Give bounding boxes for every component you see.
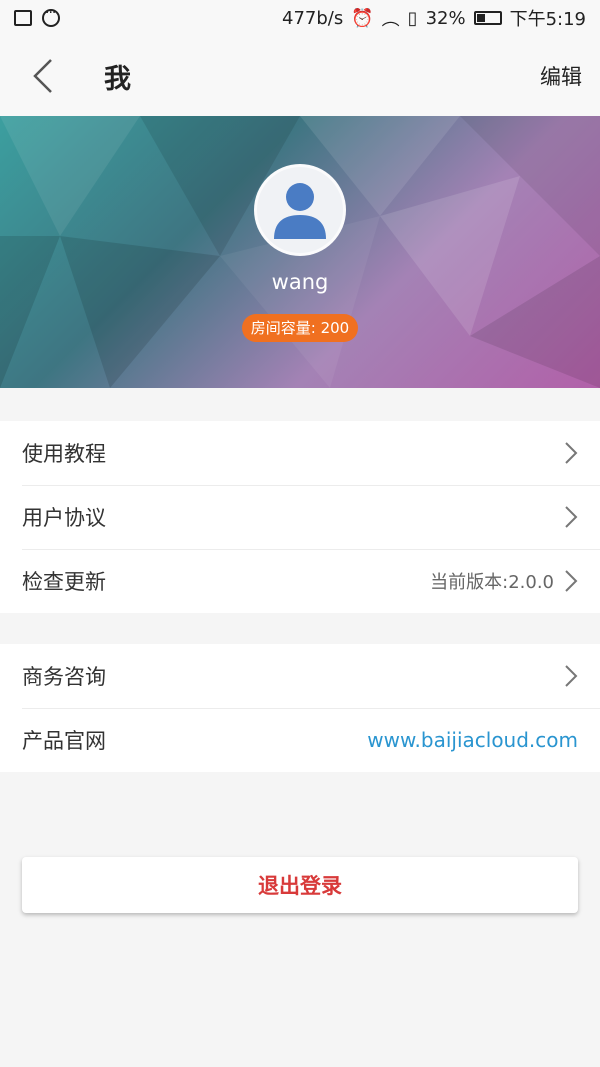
logout-button[interactable]: 退出登录 [22,857,578,913]
chevron-right-icon [564,505,578,529]
menu-item-user-agreement[interactable]: 用户协议 [0,485,600,549]
edit-button[interactable]: 编辑 [540,61,582,91]
user-avatar-icon [274,183,326,239]
menu-group-business: 商务咨询 产品官网 www.baijiacloud.com [0,644,600,772]
chevron-right-icon [564,569,578,593]
menu-item-official-site[interactable]: 产品官网 www.baijiacloud.com [0,708,600,772]
chevron-right-icon [564,441,578,465]
back-button[interactable] [0,36,86,116]
menu-item-label: 使用教程 [22,442,106,466]
sim-icon: ▯ [407,7,418,29]
more-notification-icon [42,5,60,27]
page-title: 我 [104,63,131,95]
room-capacity-badge: 房间容量: 200 [242,314,358,342]
username: wang [271,270,329,294]
menu-item-business-consult[interactable]: 商务咨询 [0,644,600,708]
battery-percent: 32% [425,7,466,29]
avatar[interactable] [254,164,346,256]
clock: 下午5:19 [509,9,586,30]
official-site-link[interactable]: www.baijiacloud.com [367,728,578,752]
menu-item-label: 用户协议 [22,506,106,530]
alarm-icon: ⏰ [351,7,374,29]
menu-item-label: 商务咨询 [22,665,106,689]
menu-item-label: 产品官网 [22,729,106,753]
nav-header: 我 编辑 [0,36,600,116]
wifi-icon: ︵ [381,9,400,30]
menu-group-settings: 使用教程 用户协议 检查更新 当前版本:2.0.0 [0,421,600,613]
menu-item-label: 检查更新 [22,570,106,594]
status-bar: 477b/s ⏰ ︵ ▯ 32% 下午5:19 [0,0,600,36]
chevron-left-icon [33,59,52,93]
battery-icon [473,11,502,25]
chevron-right-icon [564,664,578,688]
current-version: 当前版本:2.0.0 [430,572,554,593]
network-speed: 477b/s [282,7,344,29]
menu-item-tutorial[interactable]: 使用教程 [0,421,600,485]
image-notification-icon [14,10,32,26]
menu-item-check-update[interactable]: 检查更新 当前版本:2.0.0 [0,549,600,613]
